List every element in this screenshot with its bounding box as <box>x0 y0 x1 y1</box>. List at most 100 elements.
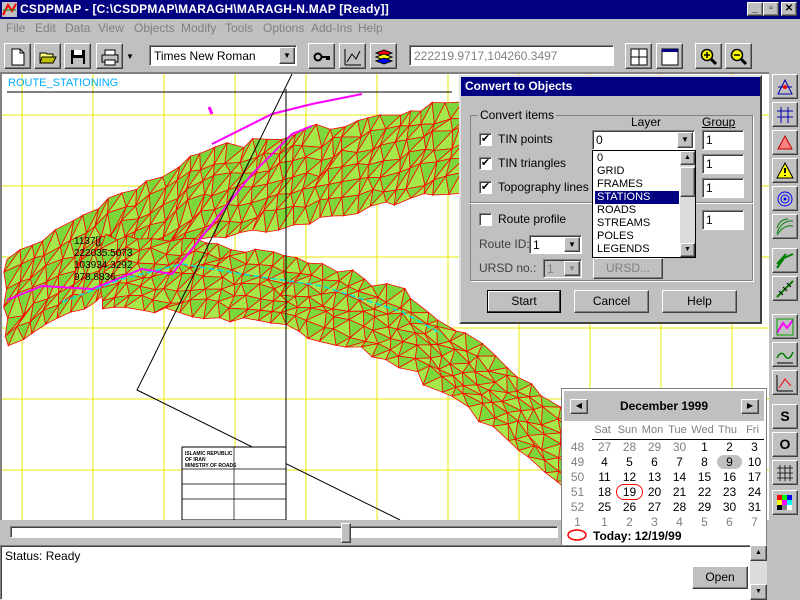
status-scrollbar[interactable]: ▲ ▼ <box>750 545 767 600</box>
ursd-button[interactable]: URSD... <box>593 258 663 279</box>
calendar-day[interactable]: 2 <box>617 515 642 529</box>
group-field-tin-points[interactable]: 1 <box>702 130 744 150</box>
calendar-day[interactable]: 9 <box>717 455 742 469</box>
grid-toggle-button[interactable] <box>772 460 798 485</box>
layer-option[interactable]: STREAMS <box>595 217 679 230</box>
calendar-day[interactable]: 30 <box>667 440 692 454</box>
surface-tool-button[interactable] <box>772 214 798 239</box>
calendar-day[interactable]: 21 <box>667 485 692 499</box>
scroll-down-icon[interactable]: ▼ <box>680 243 695 257</box>
coordinate-readout[interactable]: 222219.9717,104260.3497 <box>409 45 614 66</box>
layer-select[interactable]: 0 ▼ <box>592 130 695 150</box>
menu-add-ins[interactable]: Add-Ins <box>311 21 352 35</box>
calendar-day[interactable]: 16 <box>717 470 742 484</box>
layer-option[interactable]: FRAMES <box>595 178 679 191</box>
profile-tool-button[interactable] <box>772 342 798 367</box>
calendar-day[interactable]: 3 <box>742 440 767 454</box>
calendar-day-today[interactable]: 19 <box>616 484 643 500</box>
calendar-day[interactable]: 10 <box>742 455 767 469</box>
tin-triangles-checkbox[interactable]: ✔ <box>479 157 492 170</box>
calendar-day[interactable]: 14 <box>667 470 692 484</box>
zoom-in-button[interactable] <box>695 43 722 69</box>
calendar-day[interactable]: 15 <box>692 470 717 484</box>
snap-s-button[interactable]: S <box>772 404 798 429</box>
menu-view[interactable]: View <box>98 21 124 35</box>
calendar-day[interactable]: 24 <box>742 485 767 499</box>
zoom-out-button[interactable] <box>725 43 752 69</box>
graph-tool-button[interactable] <box>339 43 366 69</box>
title-bar[interactable]: CSDPMAP - [C:\CSDPMAP\MARAGH\MARAGH-N.MA… <box>0 0 800 19</box>
map-horizontal-scrollbar[interactable] <box>0 521 562 543</box>
scroll-up-icon[interactable]: ▲ <box>680 151 695 165</box>
calendar-day[interactable]: 8 <box>692 455 717 469</box>
color-palette-button[interactable] <box>772 490 798 515</box>
calendar-day[interactable]: 29 <box>642 440 667 454</box>
calendar-day[interactable]: 30 <box>717 500 742 514</box>
ortho-o-button[interactable]: O <box>772 432 798 457</box>
calendar-day[interactable]: 2 <box>717 440 742 454</box>
calendar-day[interactable]: 23 <box>717 485 742 499</box>
layer-option-selected[interactable]: STATIONS <box>595 191 679 204</box>
calendar-day[interactable]: 7 <box>742 515 767 529</box>
calendar-day[interactable]: 1 <box>692 440 717 454</box>
calendar-day[interactable]: 27 <box>592 440 617 454</box>
triangulate-tool-button[interactable] <box>772 130 798 155</box>
calendar-day[interactable]: 11 <box>592 470 617 484</box>
tin-points-checkbox[interactable]: ✔ <box>479 133 492 146</box>
numbered-points-tool-button[interactable] <box>772 102 798 127</box>
cancel-button[interactable]: Cancel <box>574 290 649 313</box>
next-month-icon[interactable]: ▶ <box>741 399 759 414</box>
layer-option[interactable]: GRID <box>595 165 679 178</box>
group-field-topography-lines[interactable]: 1 <box>702 178 744 198</box>
calendar-day[interactable]: 6 <box>642 455 667 469</box>
layer-option[interactable]: ROADS <box>595 204 679 217</box>
chevron-down-icon[interactable]: ▼ <box>564 237 580 252</box>
route-profile-checkbox[interactable] <box>479 213 492 226</box>
menu-objects[interactable]: Objects <box>134 21 175 35</box>
calendar-day[interactable]: 5 <box>692 515 717 529</box>
tin-points-tool-button[interactable] <box>772 74 798 99</box>
font-select[interactable]: Times New Roman ▼ <box>149 45 297 66</box>
today-label[interactable]: Today: 12/19/99 <box>593 529 682 543</box>
contour-tool-button[interactable] <box>772 186 798 211</box>
group-field-tin-triangles[interactable]: 1 <box>702 154 744 174</box>
calendar-day[interactable]: 28 <box>667 500 692 514</box>
scroll-thumb[interactable] <box>680 167 695 197</box>
ursd-no-select[interactable]: 1 ▼ <box>543 259 582 278</box>
print-dropdown-arrow-icon[interactable]: ▼ <box>126 52 134 61</box>
scroll-up-icon[interactable]: ▲ <box>750 545 767 561</box>
calendar-day[interactable]: 4 <box>592 455 617 469</box>
road-layout-tool-button[interactable] <box>772 248 798 273</box>
start-button[interactable]: Start <box>487 290 561 313</box>
layer-option[interactable]: 0 <box>595 152 679 165</box>
calendar-day[interactable]: 18 <box>592 485 617 499</box>
chevron-down-icon[interactable]: ▼ <box>564 261 580 276</box>
calendar-day[interactable]: 20 <box>642 485 667 499</box>
calendar-day[interactable]: 3 <box>642 515 667 529</box>
menu-modify[interactable]: Modify <box>181 21 216 35</box>
calendar-day[interactable]: 27 <box>642 500 667 514</box>
alignment-tool-button[interactable] <box>772 276 798 301</box>
layer-option[interactable]: POLES <box>595 230 679 243</box>
layer-list-scrollbar[interactable]: ▲ ▼ <box>680 151 695 257</box>
calendar-day[interactable]: 25 <box>592 500 617 514</box>
cross-section-tool-button[interactable] <box>772 314 798 339</box>
open-button[interactable]: Open <box>692 566 748 589</box>
scroll-slider-thumb[interactable] <box>341 523 351 543</box>
calendar-day[interactable]: 7 <box>667 455 692 469</box>
calendar-day[interactable]: 17 <box>742 470 767 484</box>
calendar-day[interactable]: 5 <box>617 455 642 469</box>
scroll-down-icon[interactable]: ▼ <box>750 584 767 600</box>
new-file-button[interactable] <box>4 43 31 69</box>
chevron-down-icon[interactable]: ▼ <box>279 47 295 64</box>
tile-windows-button[interactable] <box>625 43 652 69</box>
3d-view-tool-button[interactable] <box>772 370 798 395</box>
close-button[interactable]: ✕ <box>781 2 797 16</box>
minimize-button[interactable]: _ <box>747 2 763 16</box>
dialog-title[interactable]: Convert to Objects <box>461 77 760 96</box>
calendar-day[interactable]: 29 <box>692 500 717 514</box>
scroll-track[interactable] <box>10 526 558 538</box>
route-id-select[interactable]: 1 ▼ <box>529 235 582 254</box>
menu-file[interactable]: File <box>6 21 25 35</box>
calendar-day[interactable]: 12 <box>617 470 642 484</box>
